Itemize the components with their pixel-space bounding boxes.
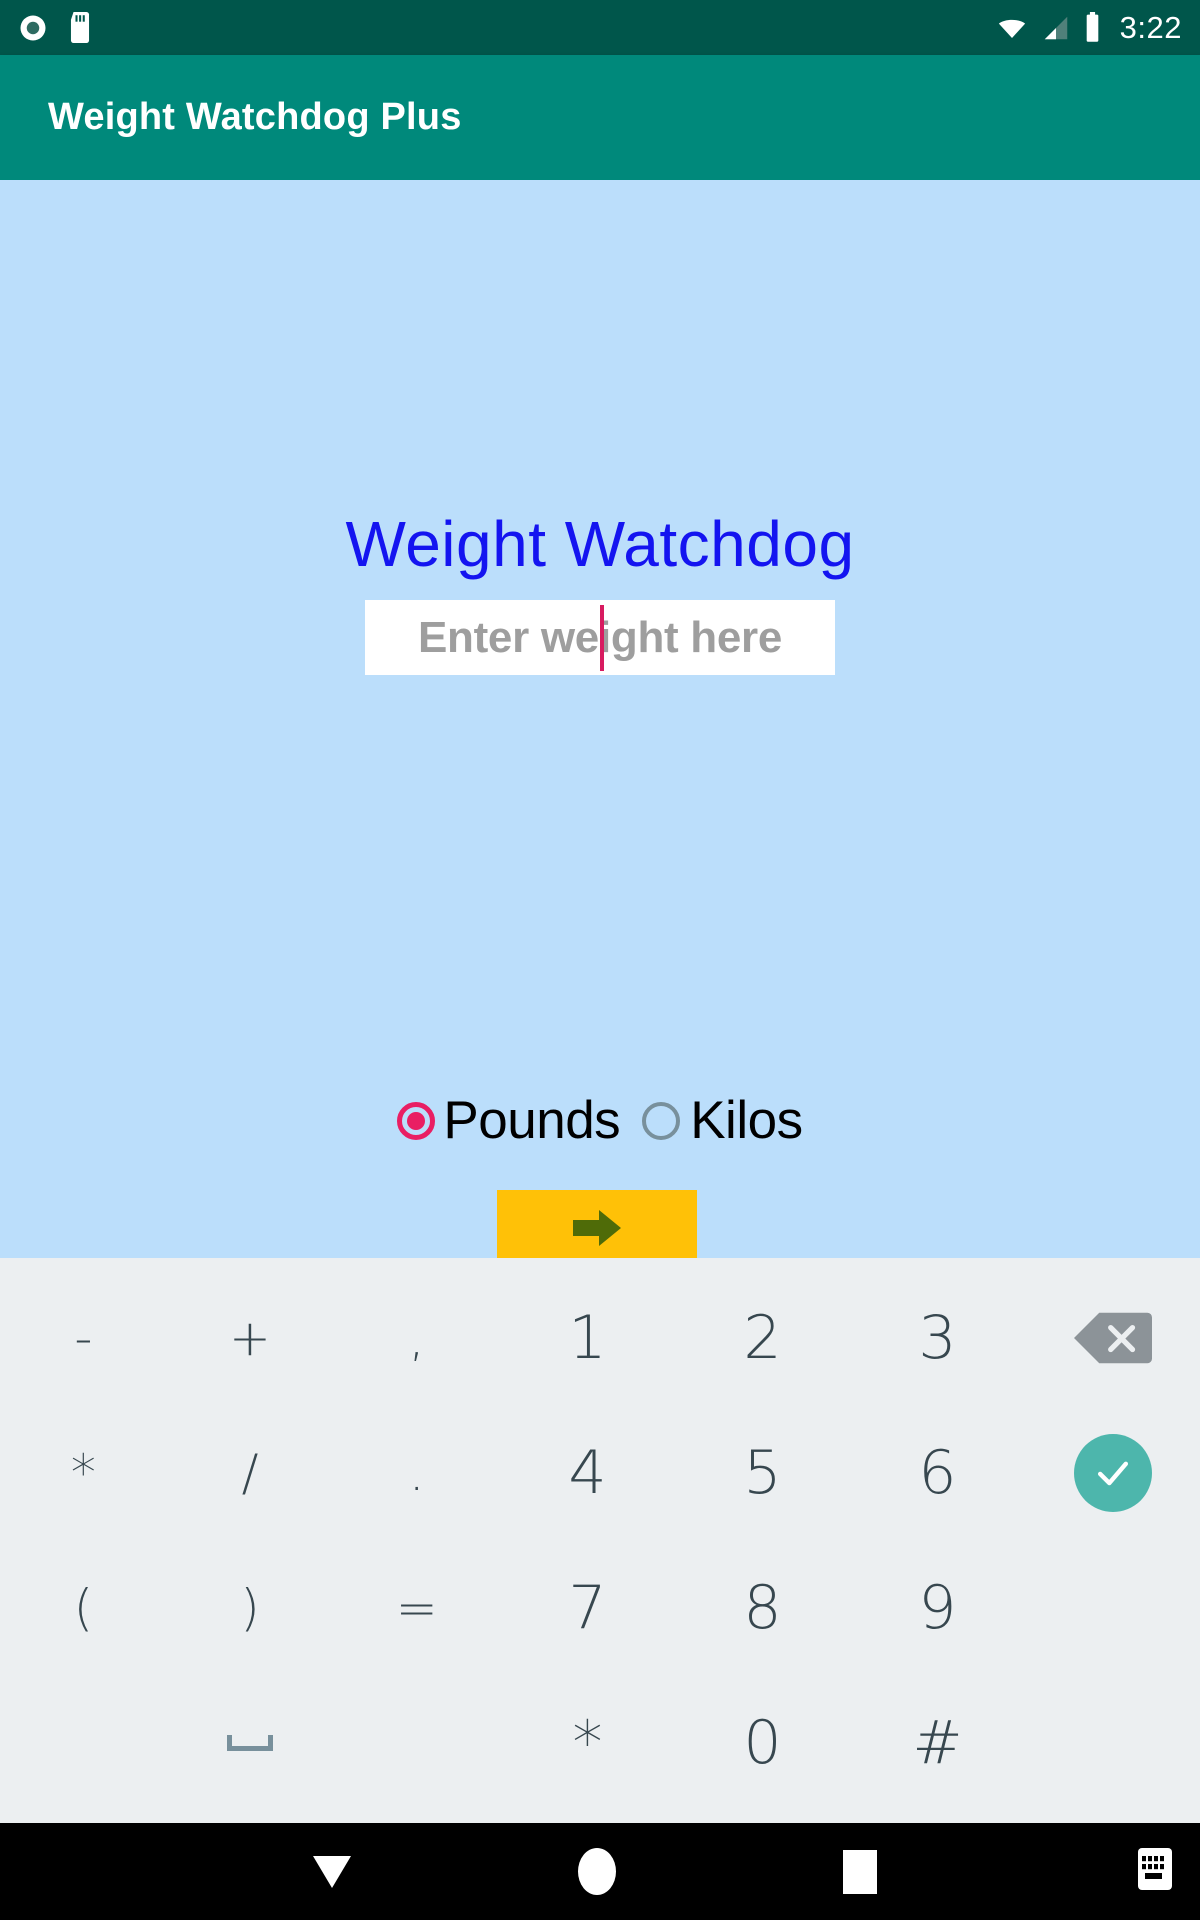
key-minus[interactable]: - [0,1270,167,1405]
keyboard-row-3: ( ) = 7 8 9 [0,1540,1200,1675]
weight-input[interactable]: Enter weight here [365,600,835,675]
key-plus[interactable]: + [167,1270,334,1405]
keyboard-empty-slot [1025,1540,1200,1675]
radio-circle-unselected-icon [642,1101,681,1140]
back-button[interactable] [313,1855,351,1888]
keyboard-row-1: - + , 1 2 3 [0,1270,1200,1405]
backspace-key[interactable] [1025,1270,1200,1405]
key-5[interactable]: 5 [675,1405,850,1540]
radio-circle-selected-icon [397,1101,436,1140]
key-1[interactable]: 1 [500,1270,675,1405]
key-hash[interactable]: # [850,1675,1025,1810]
key-paren-close[interactable]: ) [167,1540,334,1675]
text-cursor [600,605,604,671]
key-3[interactable]: 3 [850,1270,1025,1405]
keyboard-symbol-zone-2: * / . [0,1405,500,1540]
main-content: Weight Watchdog Enter weight here Pounds… [0,180,1200,1258]
keyboard-empty-slot-bottom [1025,1675,1200,1810]
android-screen: 3:22 Weight Watchdog Plus Weight Watchdo… [0,0,1200,1920]
cellular-signal-icon [1041,13,1071,43]
recents-button[interactable] [843,1849,877,1894]
checkmark-icon [1073,1433,1152,1512]
key-7[interactable]: 7 [500,1540,675,1675]
key-equals[interactable]: = [333,1540,500,1675]
triangle-down-icon [313,1855,351,1888]
square-icon [843,1849,877,1894]
keyboard-number-zone-1: 1 2 3 [500,1270,1200,1405]
navigation-bar [0,1823,1200,1920]
key-period[interactable]: . [333,1405,500,1540]
key-9[interactable]: 9 [850,1540,1025,1675]
enter-key[interactable] [1025,1405,1200,1540]
radio-label-kilos: Kilos [690,1091,803,1150]
keyboard-row-4: * 0 # [0,1675,1200,1810]
app-bar: Weight Watchdog Plus [0,55,1200,180]
battery-icon [1083,12,1102,43]
keyboard-icon [1138,1848,1172,1895]
circle-icon [578,1848,616,1895]
sd-card-icon [68,12,92,43]
space-key[interactable] [167,1675,334,1810]
key-asterisk-bottom[interactable]: * [500,1675,675,1810]
status-bar-clock: 3:22 [1119,9,1182,45]
home-button[interactable] [578,1848,616,1895]
status-bar-left-icons [18,12,92,43]
keyboard-symbol-zone-3: ( ) = [0,1540,500,1675]
keyboard-row-2: * / . 4 5 6 [0,1405,1200,1540]
keyboard-symbol-zone-4 [0,1675,500,1810]
key-4[interactable]: 4 [500,1405,675,1540]
keyboard-symbol-zone-1: - + , [0,1270,500,1405]
radio-option-pounds[interactable]: Pounds [397,1090,621,1151]
key-8[interactable]: 8 [675,1540,850,1675]
keyboard-empty-slot-left [0,1675,167,1810]
keyboard-number-zone-2: 4 5 6 [500,1405,1200,1540]
page-title: Weight Watchdog [345,508,855,580]
wifi-icon [995,13,1029,43]
keyboard-number-zone-4: * 0 # [500,1675,1200,1810]
key-slash[interactable]: / [167,1405,334,1540]
radio-option-kilos[interactable]: Kilos [642,1090,803,1151]
status-bar-right-icons: 3:22 [995,10,1182,46]
unit-radio-group: Pounds Kilos [0,1090,1200,1151]
keyboard-number-zone-3: 7 8 9 [500,1540,1200,1675]
radio-label-pounds: Pounds [443,1091,621,1150]
record-circle-icon [18,13,48,43]
arrow-right-icon [571,1206,623,1253]
keyboard-empty-slot-right [333,1675,500,1810]
key-paren-open[interactable]: ( [0,1540,167,1675]
key-comma[interactable]: , [333,1270,500,1405]
backspace-icon [1073,1310,1152,1366]
key-2[interactable]: 2 [675,1270,850,1405]
submit-button[interactable] [497,1190,697,1258]
app-title: Weight Watchdog Plus [48,96,462,138]
status-bar: 3:22 [0,0,1200,55]
key-asterisk[interactable]: * [0,1405,167,1540]
keyboard-switch-button[interactable] [1138,1848,1172,1895]
key-6[interactable]: 6 [850,1405,1025,1540]
space-bar-icon [227,1734,273,1751]
key-0[interactable]: 0 [675,1675,850,1810]
on-screen-keyboard: - + , 1 2 3 * / . 4 5 6 () = 7 8 9 * 0 … [0,1258,1200,1823]
